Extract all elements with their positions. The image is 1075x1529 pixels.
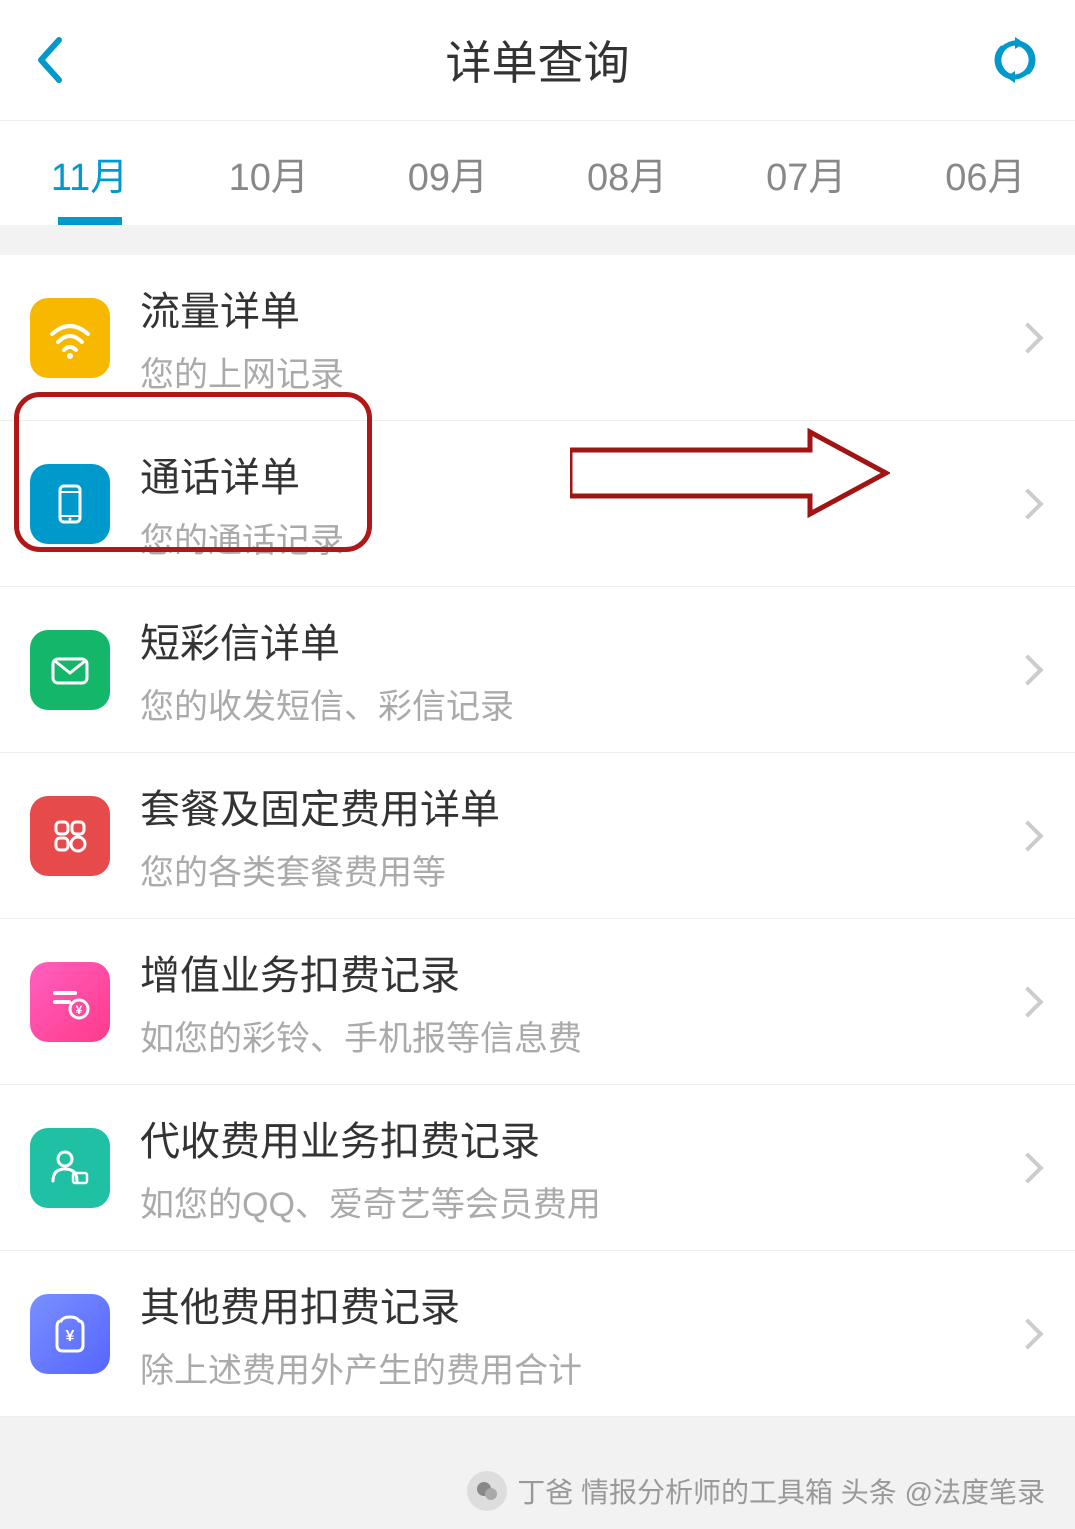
chevron-right-icon xyxy=(1012,488,1043,519)
item-subtitle: 除上述费用外产生的费用合计 xyxy=(140,1343,1017,1392)
item-title: 其他费用扣费记录 xyxy=(140,1275,1017,1333)
mail-icon xyxy=(30,630,110,710)
item-title: 流量详单 xyxy=(140,279,1017,337)
wifi-icon xyxy=(30,298,110,378)
svg-text:¥: ¥ xyxy=(66,1328,75,1345)
tab-month-07[interactable]: 07月 xyxy=(717,121,896,225)
item-subtitle: 您的收发短信、彩信记录 xyxy=(140,679,1017,728)
tab-month-09[interactable]: 09月 xyxy=(358,121,537,225)
tab-month-06[interactable]: 06月 xyxy=(896,121,1075,225)
item-title: 代收费用业务扣费记录 xyxy=(140,1109,1017,1167)
watermark-text: 丁爸 情报分析师的工具箱 头条 @法度笔录 xyxy=(517,1471,1045,1511)
list-item-sms[interactable]: 短彩信详单 您的收发短信、彩信记录 xyxy=(0,587,1075,753)
back-button[interactable] xyxy=(35,36,85,84)
item-text: 套餐及固定费用详单 您的各类套餐费用等 xyxy=(140,777,1017,894)
tab-month-10[interactable]: 10月 xyxy=(179,121,358,225)
svg-text:¥: ¥ xyxy=(76,1003,83,1017)
chevron-right-icon xyxy=(1012,654,1043,685)
refresh-button[interactable] xyxy=(990,35,1040,85)
watermark: 丁爸 情报分析师的工具箱 头条 @法度笔录 xyxy=(467,1471,1045,1511)
item-title: 增值业务扣费记录 xyxy=(140,943,1017,1001)
chevron-right-icon xyxy=(1012,1318,1043,1349)
list-item-other[interactable]: ¥ 其他费用扣费记录 除上述费用外产生的费用合计 xyxy=(0,1251,1075,1417)
wechat-icon xyxy=(467,1471,507,1511)
chevron-right-icon xyxy=(1012,1152,1043,1183)
phone-icon xyxy=(30,464,110,544)
vas-icon: ¥ xyxy=(30,962,110,1042)
list-item-data[interactable]: 流量详单 您的上网记录 xyxy=(0,255,1075,421)
tab-month-08[interactable]: 08月 xyxy=(538,121,717,225)
list-item-vas[interactable]: ¥ 增值业务扣费记录 如您的彩铃、手机报等信息费 xyxy=(0,919,1075,1085)
item-subtitle: 您的上网记录 xyxy=(140,347,1017,396)
item-subtitle: 您的各类套餐费用等 xyxy=(140,845,1017,894)
list-item-collect[interactable]: 代收费用业务扣费记录 如您的QQ、爱奇艺等会员费用 xyxy=(0,1085,1075,1251)
item-text: 增值业务扣费记录 如您的彩铃、手机报等信息费 xyxy=(140,943,1017,1060)
item-title: 套餐及固定费用详单 xyxy=(140,777,1017,835)
month-tabs: 11月 10月 09月 08月 07月 06月 xyxy=(0,120,1075,225)
page-title: 详单查询 xyxy=(446,27,630,93)
item-subtitle: 如您的彩铃、手机报等信息费 xyxy=(140,1011,1017,1060)
header: 详单查询 xyxy=(0,0,1075,120)
chevron-right-icon xyxy=(1012,820,1043,851)
item-text: 其他费用扣费记录 除上述费用外产生的费用合计 xyxy=(140,1275,1017,1392)
item-title: 通话详单 xyxy=(140,445,1017,503)
list-item-call[interactable]: 通话详单 您的通话记录 xyxy=(0,421,1075,587)
collect-icon xyxy=(30,1128,110,1208)
item-text: 流量详单 您的上网记录 xyxy=(140,279,1017,396)
item-title: 短彩信详单 xyxy=(140,611,1017,669)
spacer xyxy=(0,225,1075,255)
package-icon xyxy=(30,796,110,876)
item-text: 代收费用业务扣费记录 如您的QQ、爱奇艺等会员费用 xyxy=(140,1109,1017,1226)
list-item-package[interactable]: 套餐及固定费用详单 您的各类套餐费用等 xyxy=(0,753,1075,919)
refresh-icon xyxy=(990,35,1040,85)
detail-list: 流量详单 您的上网记录 通话详单 您的通话记录 短彩信详单 您的收发短信、彩信记… xyxy=(0,255,1075,1417)
item-subtitle: 您的通话记录 xyxy=(140,513,1017,562)
chevron-left-icon xyxy=(35,36,63,84)
chevron-right-icon xyxy=(1012,986,1043,1017)
item-text: 短彩信详单 您的收发短信、彩信记录 xyxy=(140,611,1017,728)
chevron-right-icon xyxy=(1012,322,1043,353)
item-text: 通话详单 您的通话记录 xyxy=(140,445,1017,562)
item-subtitle: 如您的QQ、爱奇艺等会员费用 xyxy=(140,1177,1017,1226)
other-icon: ¥ xyxy=(30,1294,110,1374)
tab-month-11[interactable]: 11月 xyxy=(0,121,179,225)
